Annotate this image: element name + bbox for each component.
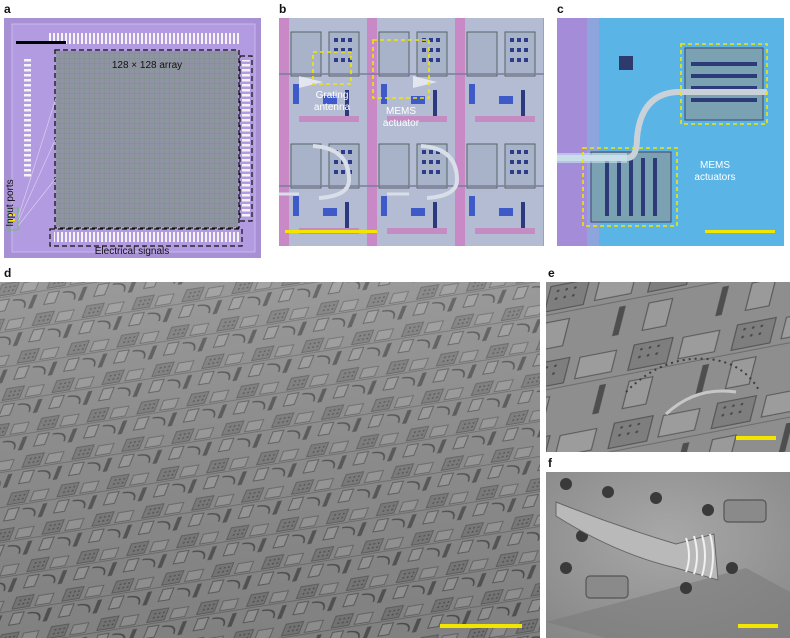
panel-e-sem-cell [546, 282, 790, 452]
scale-bar-f [738, 624, 778, 628]
mems-label-line1: MEMS [386, 106, 416, 117]
scale-bar-b [285, 230, 377, 233]
panel-f-sem-grating [546, 472, 790, 638]
grating-label-line2: antenna [314, 102, 351, 113]
array-size-label: 128 × 128 array [112, 60, 182, 71]
panel-d-sem-array [0, 282, 540, 638]
panel-label-b: b [279, 2, 287, 16]
input-ports-label: Input ports [5, 179, 16, 226]
panel-c-single-cell: MEMS actuators [557, 18, 784, 246]
panel-label-e: e [548, 266, 555, 280]
mems-actuators-line1: MEMS [700, 160, 730, 171]
scale-bar-d [440, 624, 522, 628]
mems-actuators-line2: actuators [694, 172, 735, 183]
grating-label-line1: Grating [316, 90, 349, 101]
panel-label-a: a [4, 2, 11, 16]
panel-a-chip-micrograph: 128 × 128 array Electrical signals Input… [4, 18, 261, 258]
electrical-signals-label: Electrical signals [95, 246, 169, 257]
scale-bar-e [736, 436, 776, 440]
panel-label-d: d [4, 266, 12, 280]
scale-bar-c [705, 230, 775, 233]
mems-label-line2: actuator [383, 118, 420, 129]
panel-label-f: f [548, 456, 552, 470]
panel-b-unit-cells: Grating antenna MEMS actuator [279, 18, 544, 246]
panel-label-c: c [557, 2, 564, 16]
